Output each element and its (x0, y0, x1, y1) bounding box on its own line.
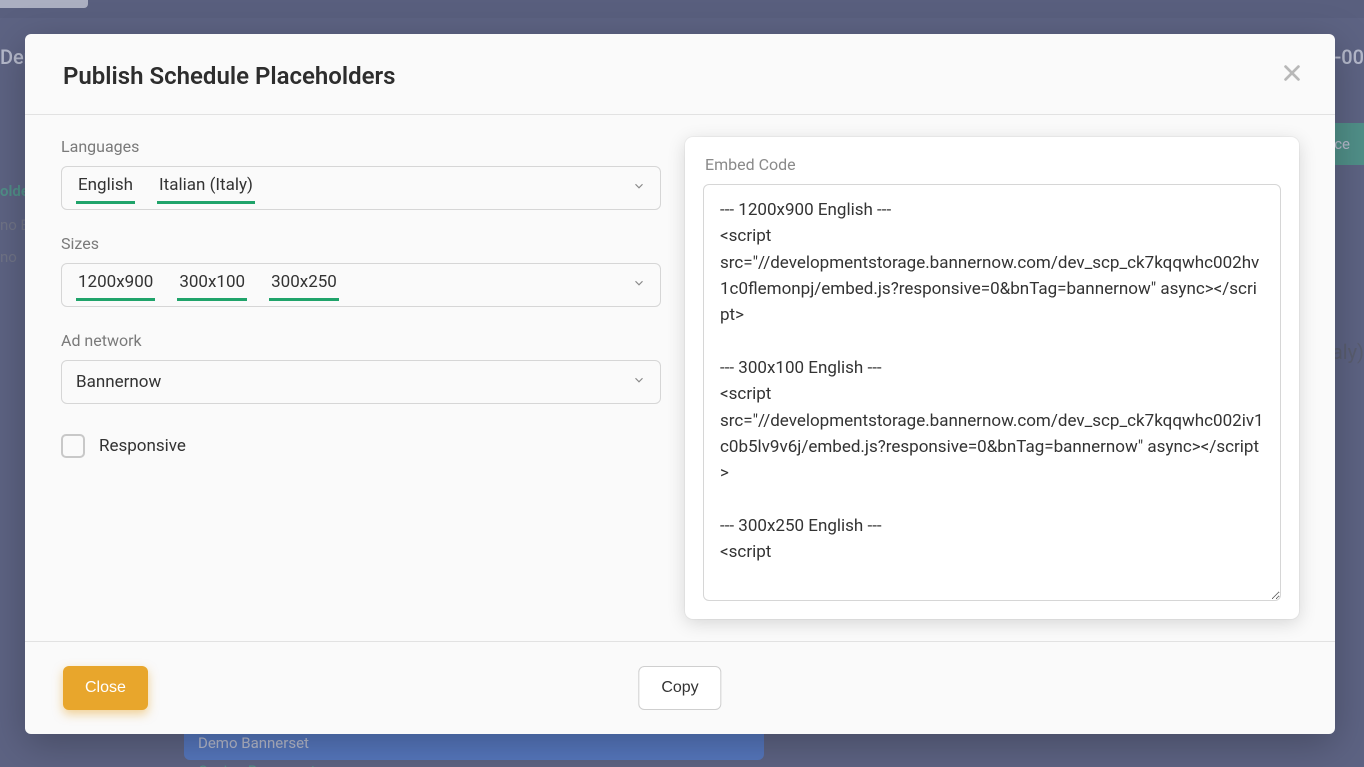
publish-modal: Publish Schedule Placeholders Languages … (25, 34, 1335, 734)
embed-panel: Embed Code (685, 137, 1299, 619)
modal-header: Publish Schedule Placeholders (25, 34, 1335, 114)
languages-field: Languages English Italian (Italy) (61, 137, 661, 210)
modal-footer: Close Copy (25, 641, 1335, 734)
close-button[interactable]: Close (63, 666, 148, 710)
sizes-select[interactable]: 1200x900 300x100 300x250 (61, 263, 661, 307)
lang-tag-italian[interactable]: Italian (Italy) (157, 173, 255, 204)
size-tag-300x250[interactable]: 300x250 (269, 270, 339, 301)
sizes-label: Sizes (61, 234, 661, 253)
modal-title: Publish Schedule Placeholders (63, 62, 1297, 90)
close-icon[interactable] (1277, 58, 1307, 88)
responsive-field: Responsive (61, 434, 661, 458)
sizes-field: Sizes 1200x900 300x100 300x250 (61, 234, 661, 307)
chevron-down-icon (632, 275, 646, 295)
chevron-down-icon (632, 372, 646, 392)
chevron-down-icon (632, 178, 646, 198)
embed-label: Embed Code (703, 155, 1281, 174)
embed-code-textarea[interactable] (703, 184, 1281, 601)
adnetwork-value: Bannernow (76, 372, 161, 392)
copy-button[interactable]: Copy (638, 666, 721, 710)
size-tag-1200x900[interactable]: 1200x900 (76, 270, 155, 301)
responsive-label: Responsive (99, 436, 186, 456)
adnetwork-label: Ad network (61, 331, 661, 350)
form-column: Languages English Italian (Italy) Sizes … (61, 137, 661, 619)
adnetwork-select[interactable]: Bannernow (61, 360, 661, 404)
adnetwork-field: Ad network Bannernow (61, 331, 661, 404)
size-tag-300x100[interactable]: 300x100 (177, 270, 247, 301)
languages-label: Languages (61, 137, 661, 156)
languages-select[interactable]: English Italian (Italy) (61, 166, 661, 210)
modal-body: Languages English Italian (Italy) Sizes … (25, 115, 1335, 641)
responsive-checkbox[interactable] (61, 434, 85, 458)
lang-tag-english[interactable]: English (76, 173, 135, 204)
